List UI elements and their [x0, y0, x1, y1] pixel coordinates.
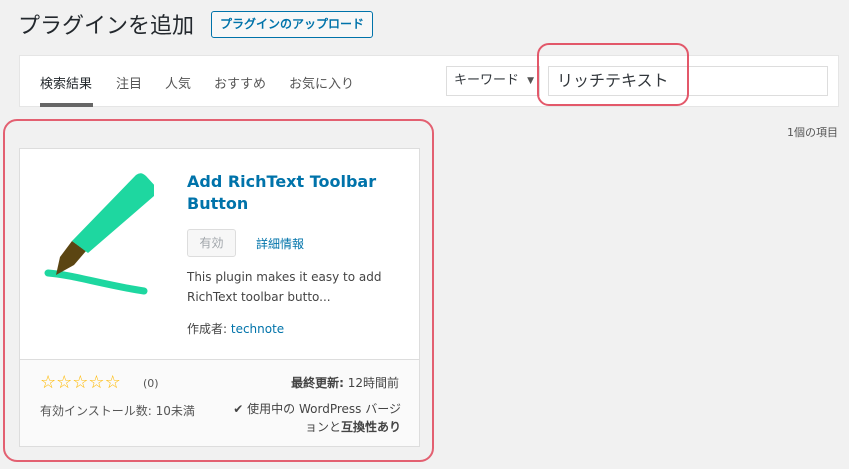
- result-count: 1個の項目: [787, 126, 838, 139]
- tab-popular[interactable]: 人気: [165, 73, 191, 92]
- tab-search-results[interactable]: 検索結果: [40, 73, 92, 92]
- tab-active-indicator: [40, 103, 93, 107]
- tab-favorites[interactable]: お気に入り: [289, 73, 354, 92]
- search-type-select[interactable]: キーワード ▼: [446, 66, 540, 96]
- tab-featured[interactable]: 注目: [116, 73, 142, 92]
- upload-plugin-button[interactable]: プラグインのアップロード: [211, 11, 374, 38]
- annotation-highlight-search: [537, 43, 689, 106]
- chevron-down-icon: ▼: [527, 76, 534, 86]
- search-type-label: キーワード: [454, 73, 520, 88]
- filter-bar: 検索結果 注目 人気 おすすめ お気に入り キーワード ▼ リッチテキスト: [19, 55, 839, 107]
- tab-recommended[interactable]: おすすめ: [214, 73, 266, 92]
- annotation-highlight-card: [3, 119, 434, 462]
- page-title: プラグインを追加: [18, 14, 195, 39]
